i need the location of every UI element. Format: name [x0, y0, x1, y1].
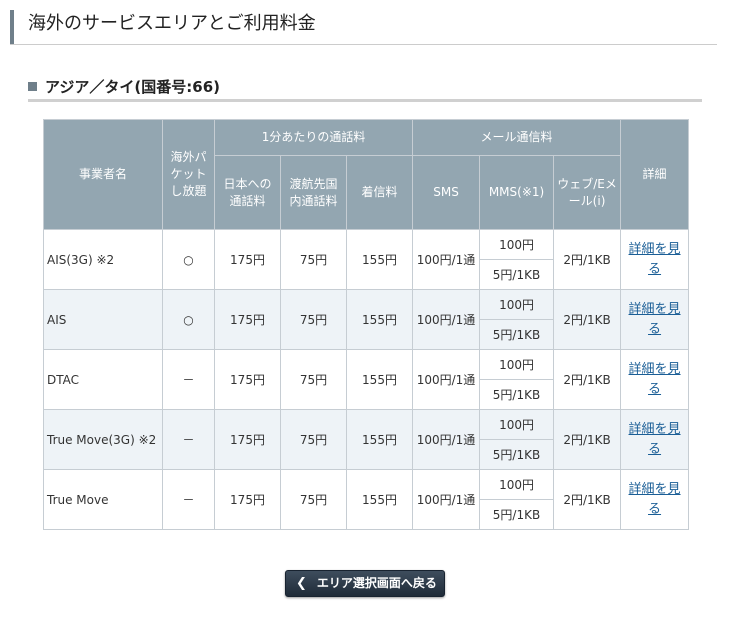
detail-link[interactable]: 詳細を見る — [626, 480, 684, 520]
section-divider — [28, 99, 702, 102]
sms-cell: 100円/1通 — [412, 409, 481, 470]
mms-per-kb-cell: 5円/1KB — [479, 259, 555, 290]
packet-cell: ○ — [162, 229, 215, 290]
web-cell: 2円/1KB — [553, 409, 622, 470]
incoming-cell: 155円 — [345, 409, 414, 470]
header-mail-group: メール通信料 — [412, 119, 622, 156]
header-call-local-text: 渡航先国内通話料 — [289, 176, 338, 208]
section-title: アジア／タイ(国番号:66) — [28, 76, 220, 98]
operator-cell: True Move(3G) ※2 — [43, 409, 163, 470]
header-per-minute-group: 1分あたりの通話料 — [213, 119, 414, 156]
header-web-text: ウェブ/Eメール(i) — [557, 176, 617, 208]
packet-cell: － — [162, 469, 215, 530]
detail-cell: 詳細を見る — [620, 409, 690, 470]
table-row: DTAC － 175円 75円 155円 100円/1通 100円 2円/1KB 詳細を見る — [43, 349, 690, 410]
mms-flat-cell: 100円 — [479, 229, 555, 260]
page: 海外のサービスエリアとご利用料金 アジア／タイ(国番号:66) 事業者名 海外パ… — [0, 0, 729, 620]
table-row: AIS(3G) ※2 ○ 175円 75円 155円 100円/1通 100円 2円/1KB 詳… — [43, 229, 690, 290]
call-to-japan-cell: 175円 — [214, 409, 281, 470]
header-operator: 事業者名 — [43, 119, 163, 230]
detail-link[interactable]: 詳細を見る — [626, 360, 684, 400]
section-title-text: アジア／タイ(国番号:66) — [45, 78, 220, 96]
chevron-left-icon: ❮ — [296, 576, 307, 591]
packet-cell: － — [162, 349, 215, 410]
operator-cell: DTAC — [43, 349, 163, 410]
call-to-japan-cell: 175円 — [214, 349, 281, 410]
incoming-cell: 155円 — [345, 229, 414, 290]
packet-cell: － — [162, 409, 215, 470]
incoming-cell: 155円 — [345, 469, 414, 530]
operator-cell: True Move — [43, 469, 163, 530]
sms-cell: 100円/1通 — [412, 349, 481, 410]
incoming-cell: 155円 — [345, 289, 414, 350]
mms-per-kb-cell: 5円/1KB — [479, 499, 555, 530]
call-local-cell: 75円 — [280, 469, 347, 530]
header-call-to-japan: 日本への通話料 — [214, 155, 281, 230]
detail-link[interactable]: 詳細を見る — [626, 300, 684, 340]
page-title: 海外のサービスエリアとご利用料金 — [10, 10, 717, 44]
call-local-cell: 75円 — [280, 409, 347, 470]
header-incoming: 着信料 — [345, 155, 414, 230]
web-cell: 2円/1KB — [553, 289, 622, 350]
header-packet: 海外パケットし放題 — [162, 119, 215, 230]
call-local-cell: 75円 — [280, 289, 347, 350]
mms-per-kb-cell: 5円/1KB — [479, 439, 555, 470]
mms-flat-cell: 100円 — [479, 349, 555, 380]
call-to-japan-cell: 175円 — [214, 229, 281, 290]
header-mms: MMS(※1) — [479, 155, 555, 230]
web-cell: 2円/1KB — [553, 229, 622, 290]
header-detail: 詳細 — [620, 119, 690, 230]
sms-cell: 100円/1通 — [412, 289, 481, 350]
mms-per-kb-cell: 5円/1KB — [479, 319, 555, 350]
back-to-area-select-button[interactable]: ❮ エリア選択画面へ戻る — [285, 570, 445, 597]
header-packet-text: 海外パケットし放題 — [170, 150, 207, 198]
incoming-cell: 155円 — [345, 349, 414, 410]
operator-cell: AIS(3G) ※2 — [43, 229, 163, 290]
call-to-japan-cell: 175円 — [214, 289, 281, 350]
detail-link[interactable]: 詳細を見る — [626, 240, 684, 280]
table-row: AIS ○ 175円 75円 155円 100円/1通 100円 2円/1KB 詳細を見る — [43, 289, 690, 350]
sms-cell: 100円/1通 — [412, 469, 481, 530]
call-local-cell: 75円 — [280, 229, 347, 290]
header-call-to-japan-text: 日本への通話料 — [223, 176, 272, 208]
mms-flat-cell: 100円 — [479, 469, 555, 500]
mms-flat-cell: 100円 — [479, 409, 555, 440]
header-sms: SMS — [412, 155, 481, 230]
detail-cell: 詳細を見る — [620, 229, 690, 290]
title-divider — [10, 44, 717, 45]
square-bullet-icon — [28, 82, 37, 91]
call-local-cell: 75円 — [280, 349, 347, 410]
rates-table: 事業者名 海外パケットし放題 1分あたりの通話料 メール通信料 詳細 日本への通… — [43, 119, 690, 530]
mms-flat-cell: 100円 — [479, 289, 555, 320]
header-web: ウェブ/Eメール(i) — [553, 155, 622, 230]
web-cell: 2円/1KB — [553, 349, 622, 410]
call-to-japan-cell: 175円 — [214, 469, 281, 530]
sms-cell: 100円/1通 — [412, 229, 481, 290]
table-row: True Move － 175円 75円 155円 100円/1通 100円 2円/1KB 詳細… — [43, 469, 690, 530]
detail-cell: 詳細を見る — [620, 349, 690, 410]
back-button-label: エリア選択画面へ戻る — [316, 576, 437, 590]
detail-cell: 詳細を見る — [620, 469, 690, 530]
web-cell: 2円/1KB — [553, 469, 622, 530]
operator-cell: AIS — [43, 289, 163, 350]
mms-per-kb-cell: 5円/1KB — [479, 379, 555, 410]
header-call-local: 渡航先国内通話料 — [280, 155, 347, 230]
packet-cell: ○ — [162, 289, 215, 350]
table-row: True Move(3G) ※2 － 175円 75円 155円 100円/1通 100円 2… — [43, 409, 690, 470]
detail-cell: 詳細を見る — [620, 289, 690, 350]
detail-link[interactable]: 詳細を見る — [626, 420, 684, 460]
rates-table-body: AIS(3G) ※2 ○ 175円 75円 155円 100円/1通 100円 2円/1KB 詳… — [43, 229, 690, 530]
